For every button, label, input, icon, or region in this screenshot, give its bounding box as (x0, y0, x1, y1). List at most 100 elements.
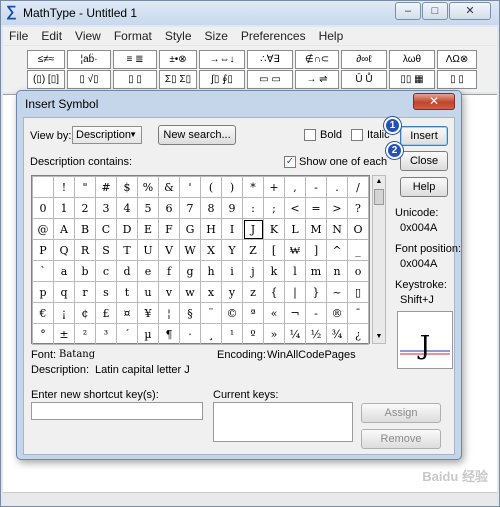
symbol-cell[interactable]: y (221, 281, 243, 303)
symbol-cell[interactable]: ¦ (158, 302, 180, 324)
symbol-cell[interactable]: D (116, 218, 138, 240)
symbol-cell[interactable]: ` (32, 260, 54, 282)
symbol-cell[interactable]: $ (116, 176, 138, 198)
symbol-cell[interactable]: w (179, 281, 201, 303)
fences-template-button[interactable]: (▯) [▯] (27, 70, 65, 89)
symbol-cell[interactable]: 3 (95, 197, 117, 219)
symbol-cell[interactable]: r (74, 281, 96, 303)
symbol-cell[interactable]: ] (305, 239, 327, 261)
menu-view[interactable]: View (75, 29, 101, 43)
symbol-cell[interactable]: M (305, 218, 327, 240)
symbol-cell[interactable]: ¢ (74, 302, 96, 324)
symbol-cell[interactable]: _ (347, 239, 369, 261)
arrows-palette-button[interactable]: →⇔↓ (199, 50, 245, 69)
menu-preferences[interactable]: Preferences (241, 29, 306, 43)
products-template-button[interactable]: Ū Ů (341, 70, 387, 89)
symbol-cell[interactable]: ° (32, 323, 54, 345)
remove-button[interactable]: Remove (361, 429, 441, 449)
help-button[interactable]: Help (400, 177, 448, 197)
symbol-cell[interactable]: ; (263, 197, 285, 219)
menu-style[interactable]: Style (165, 29, 192, 43)
menu-edit[interactable]: Edit (41, 29, 62, 43)
symbol-cell[interactable]: § (179, 302, 201, 324)
symbol-cell[interactable]: < (284, 197, 306, 219)
symbol-cell[interactable]: 8 (200, 197, 222, 219)
symbol-cell[interactable]: 0 (32, 197, 54, 219)
symbol-cell[interactable]: + (263, 176, 285, 198)
horizontal-scrollbar[interactable] (3, 492, 497, 506)
symbol-cell[interactable]: H (200, 218, 222, 240)
sets-palette-button[interactable]: ∉∩⊂ (295, 50, 339, 69)
symbol-cell[interactable]: q (53, 281, 75, 303)
symbol-cell[interactable]: 7 (179, 197, 201, 219)
symbol-cell[interactable]: « (263, 302, 285, 324)
script-template-button[interactable]: ▯ ▯ (113, 70, 157, 89)
symbol-cell[interactable]: % (137, 176, 159, 198)
symbol-cell[interactable]: £ (95, 302, 117, 324)
symbol-cell[interactable]: ¸ (200, 323, 222, 345)
show-one-of-each-checkbox[interactable]: ✓ (284, 156, 296, 168)
new-search-button[interactable]: New search... (158, 125, 236, 145)
fraction-radical-template-button[interactable]: ▯ √▯ (67, 70, 111, 89)
symbol-cell[interactable]: W (179, 239, 201, 261)
symbol-cell[interactable]: u (137, 281, 159, 303)
close-button[interactable]: Close (400, 151, 448, 171)
symbol-cell[interactable]: " (74, 176, 96, 198)
symbol-cell[interactable]: J (242, 218, 264, 240)
symbol-cell[interactable]: v (158, 281, 180, 303)
symbol-cell[interactable]: ³ (95, 323, 117, 345)
symbol-cell[interactable]: { (263, 281, 285, 303)
symbol-cell[interactable]: - (305, 176, 327, 198)
symbol-cell[interactable]: X (200, 239, 222, 261)
assign-button[interactable]: Assign (361, 403, 441, 423)
symbol-cell[interactable]: © (221, 302, 243, 324)
dialog-titlebar[interactable]: Insert Symbol ✕ (17, 91, 461, 115)
boxes-template-button[interactable]: ▯ ▯ (437, 70, 477, 89)
symbol-cell[interactable]: F (158, 218, 180, 240)
symbol-cell[interactable]: N (326, 218, 348, 240)
symbol-cell[interactable]: 1 (53, 197, 75, 219)
symbol-cell[interactable]: l (284, 260, 306, 282)
symbol-cell[interactable]: ¾ (326, 323, 348, 345)
symbol-cell[interactable]: n (326, 260, 348, 282)
symbol-cell[interactable]: d (116, 260, 138, 282)
symbol-cell[interactable]: k (263, 260, 285, 282)
symbol-cell[interactable]: * (242, 176, 264, 198)
symbol-cell[interactable]: @ (32, 218, 54, 240)
symbol-cell[interactable]: 5 (137, 197, 159, 219)
symbol-cell[interactable]: x (200, 281, 222, 303)
symbol-cell[interactable]: Z (242, 239, 264, 261)
minimize-button[interactable]: – (395, 2, 421, 20)
greek-upper-palette-button[interactable]: ΛΩ⊗ (437, 50, 477, 69)
symbol-cell[interactable]: ² (74, 323, 96, 345)
symbol-cell[interactable]: s (95, 281, 117, 303)
menu-format[interactable]: Format (114, 29, 152, 43)
symbol-cell[interactable]: T (116, 239, 138, 261)
symbol-cell[interactable]: m (305, 260, 327, 282)
operators-palette-button[interactable]: ±•⊗ (159, 50, 197, 69)
symbol-cell[interactable]: ^ (326, 239, 348, 261)
symbol-cell[interactable]: ) (221, 176, 243, 198)
symbol-cell[interactable]: z (242, 281, 264, 303)
symbol-cell[interactable]: : (242, 197, 264, 219)
symbol-cell[interactable]: ¹ (221, 323, 243, 345)
symbol-cell[interactable]: e (137, 260, 159, 282)
symbol-cell[interactable]: ¯ (347, 302, 369, 324)
symbol-cell[interactable]: ? (347, 197, 369, 219)
symbol-cell[interactable]: V (158, 239, 180, 261)
symbol-cell[interactable]: S (95, 239, 117, 261)
symbol-cell[interactable]: ~ (326, 281, 348, 303)
view-by-select[interactable]: Description ▼ (72, 126, 142, 144)
matrix-template-button[interactable]: ▯▯ ▦ (389, 70, 435, 89)
symbol-cell[interactable]: € (32, 302, 54, 324)
symbol-cell[interactable]: 9 (221, 197, 243, 219)
symbol-cell[interactable]: ¥ (137, 302, 159, 324)
logic-palette-button[interactable]: ∴∀∃ (247, 50, 293, 69)
symbol-cell[interactable]: = (305, 197, 327, 219)
maximize-button[interactable]: □ (422, 2, 448, 20)
symbol-cell[interactable]: i (221, 260, 243, 282)
symbol-cell[interactable]: p (32, 281, 54, 303)
scroll-up-icon[interactable]: ▲ (373, 176, 385, 188)
symbol-cell[interactable]: R (74, 239, 96, 261)
symbol-cell[interactable]: ' (179, 176, 201, 198)
